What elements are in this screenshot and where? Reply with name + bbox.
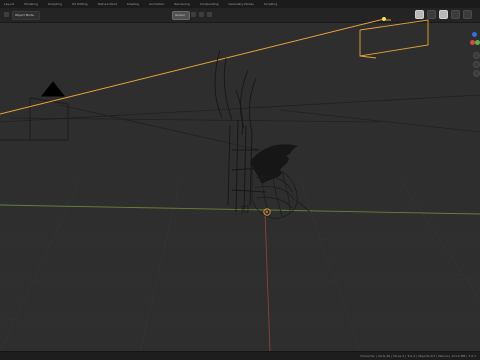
zoom-icon[interactable]: [473, 52, 480, 59]
3d-viewport-scene[interactable]: [0, 0, 480, 352]
pan-icon[interactable]: [473, 61, 480, 68]
x-axis-line: [264, 211, 271, 352]
camera-icon: [40, 81, 66, 97]
y-axis-line: [0, 204, 480, 215]
character-wireframe[interactable]: [214, 49, 267, 213]
camera-view-icon[interactable]: [473, 70, 480, 77]
status-bar: Character | Verts 26 | Faces 2 | Tris 4 …: [0, 351, 480, 360]
selected-frame[interactable]: [359, 19, 429, 59]
navigation-gizmo[interactable]: [466, 24, 480, 84]
empty-object[interactable]: [241, 205, 249, 213]
selected-object-line[interactable]: [0, 18, 385, 115]
gizmo-z-axis-icon[interactable]: [472, 32, 477, 37]
blender-window: Layout Modeling Sculpting UV Editing Tex…: [0, 0, 480, 360]
gizmo-y-axis-icon[interactable]: [475, 40, 480, 45]
selected-object-origin[interactable]: [382, 17, 386, 21]
floor-grid: [0, 179, 480, 352]
status-text: Character | Verts 26 | Faces 2 | Tris 4 …: [360, 354, 476, 358]
